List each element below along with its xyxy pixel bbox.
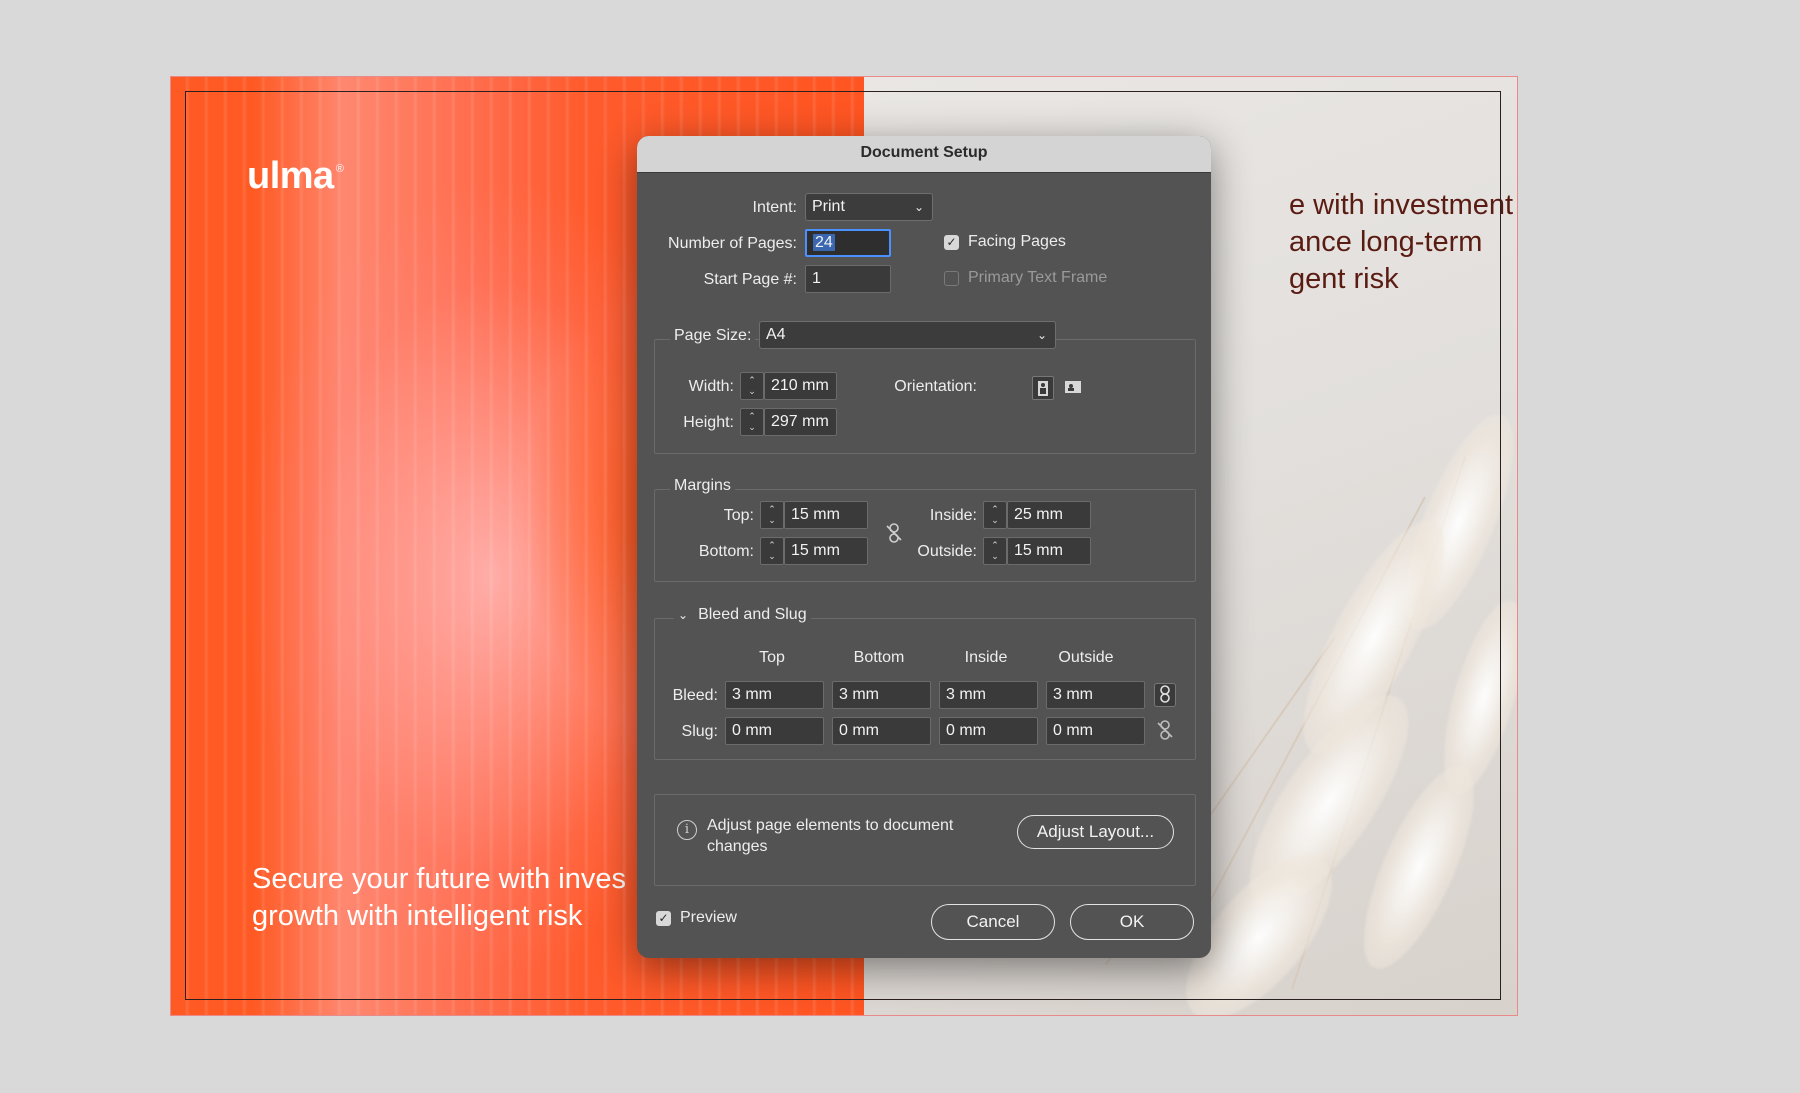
margin-bottom-input[interactable]: 15 mm [784, 537, 868, 565]
bleed-inside-input[interactable]: 3 mm [939, 681, 1038, 709]
cancel-button[interactable]: Cancel [931, 904, 1055, 940]
margin-outside-input[interactable]: 15 mm [1007, 537, 1091, 565]
margin-inside-stepper[interactable]: ⌃ ⌄ [983, 501, 1007, 529]
preview-label: Preview [680, 909, 737, 926]
number-of-pages-input[interactable]: 24 [805, 229, 891, 257]
margin-bottom-stepper[interactable]: ⌃ ⌄ [760, 537, 784, 565]
landscape-orientation-icon[interactable] [1062, 376, 1084, 400]
orientation-label: Orientation: [894, 378, 977, 395]
margin-outside-label: Outside: [917, 543, 977, 560]
column-top: Top [759, 649, 785, 666]
right-tagline-line: ance long-term [1289, 226, 1483, 258]
ok-button[interactable]: OK [1070, 904, 1194, 940]
chevron-down-icon: ⌄ [1036, 328, 1047, 342]
page-size-value: A4 [766, 326, 786, 343]
slug-outside-input[interactable]: 0 mm [1046, 717, 1145, 745]
slug-label: Slug: [681, 723, 718, 740]
bleed-outside-input[interactable]: 3 mm [1046, 681, 1145, 709]
document-setup-dialog: Document Setup Intent: Print ⌄ Number of… [637, 136, 1211, 958]
chevron-down-icon: ⌄ [913, 200, 924, 214]
margin-top-input[interactable]: 15 mm [784, 501, 868, 529]
primary-text-frame-label: Primary Text Frame [968, 269, 1108, 286]
primary-text-frame-checkbox[interactable] [944, 271, 959, 286]
intent-label: Intent: [752, 199, 797, 216]
margin-inside-input[interactable]: 25 mm [1007, 501, 1091, 529]
adjust-info-text: Adjust page elements to document changes [707, 815, 953, 857]
margin-inside-label: Inside: [929, 507, 977, 524]
bleed-slug-title: Bleed and Slug [698, 606, 807, 623]
intent-value: Print [812, 198, 845, 215]
start-page-label: Start Page #: [703, 271, 797, 288]
intent-select[interactable]: Print ⌄ [805, 193, 933, 221]
bleed-label: Bleed: [672, 687, 718, 704]
chevron-down-icon: ⌄ [678, 608, 689, 622]
column-outside: Outside [1058, 649, 1114, 666]
margin-top-stepper[interactable]: ⌃ ⌄ [760, 501, 784, 529]
margin-top-label: Top: [723, 507, 754, 524]
margin-outside-stepper[interactable]: ⌃ ⌄ [983, 537, 1007, 565]
slug-bottom-input[interactable]: 0 mm [832, 717, 931, 745]
margins-title: Margins [670, 477, 735, 495]
right-tagline-line: e with investment [1289, 189, 1514, 221]
slug-inside-input[interactable]: 0 mm [939, 717, 1038, 745]
margins-group [654, 489, 1196, 582]
dialog-title: Document Setup [637, 136, 1211, 173]
page-size-label: Page Size: [670, 327, 756, 345]
column-inside: Inside [964, 649, 1008, 666]
right-tagline-line: gent risk [1289, 263, 1399, 295]
logo-text: ulma [247, 155, 334, 197]
adjust-info-line: Adjust page elements to document [707, 817, 954, 834]
unlink-slug-icon[interactable] [1154, 719, 1176, 743]
width-label: Width: [688, 378, 734, 395]
page-size-select[interactable]: A4 ⌄ [759, 321, 1056, 349]
right-tagline: e with investment ance long-term gent ri… [1289, 187, 1517, 298]
portrait-orientation-icon[interactable] [1032, 376, 1054, 400]
ulma-logo: ulma ® [247, 155, 344, 198]
adjust-info-line: changes [707, 838, 768, 855]
page-size-group [654, 339, 1196, 454]
preview-checkbox[interactable]: ✓ [656, 911, 671, 926]
pages-label: Number of Pages: [668, 235, 797, 252]
bleed-slug-toggle[interactable]: ⌄ Bleed and Slug [674, 606, 811, 624]
registered-mark: ® [335, 163, 344, 175]
facing-pages-label: Facing Pages [968, 233, 1066, 250]
column-bottom: Bottom [853, 649, 905, 666]
height-stepper[interactable]: ⌃ ⌄ [740, 408, 764, 436]
start-page-input[interactable]: 1 [805, 265, 891, 293]
margin-bottom-label: Bottom: [698, 543, 754, 560]
adjust-layout-button[interactable]: Adjust Layout... [1017, 815, 1174, 849]
width-stepper[interactable]: ⌃ ⌄ [740, 372, 764, 400]
slug-top-input[interactable]: 0 mm [725, 717, 824, 745]
width-input[interactable]: 210 mm [764, 372, 837, 400]
bleed-bottom-input[interactable]: 3 mm [832, 681, 931, 709]
height-input[interactable]: 297 mm [764, 408, 837, 436]
facing-pages-checkbox[interactable]: ✓ [944, 235, 959, 250]
link-bleed-icon[interactable] [1154, 683, 1176, 707]
bleed-top-input[interactable]: 3 mm [725, 681, 824, 709]
info-icon: i [677, 820, 697, 840]
height-label: Height: [683, 414, 734, 431]
pages-value: 24 [813, 234, 835, 251]
